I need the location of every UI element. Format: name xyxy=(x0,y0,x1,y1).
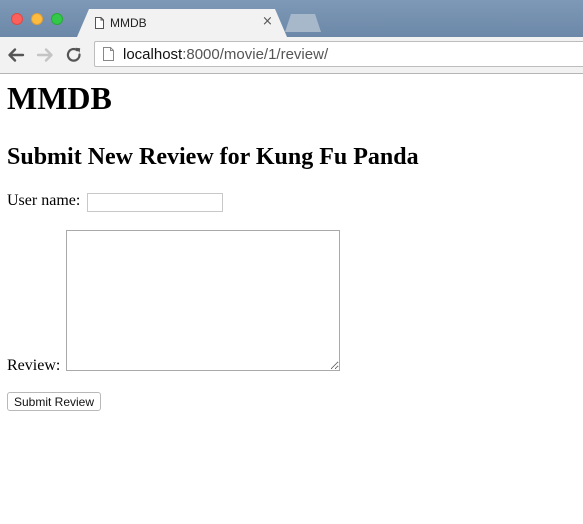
review-label: Review: xyxy=(7,357,61,374)
back-arrow-icon[interactable] xyxy=(6,45,26,65)
window-maximize-button[interactable] xyxy=(51,13,63,25)
tab-title: MMDB xyxy=(110,16,147,30)
window-minimize-button[interactable] xyxy=(31,13,43,25)
page-heading: Submit New Review for Kung Fu Panda xyxy=(7,144,419,170)
document-icon xyxy=(95,17,104,29)
submit-review-button[interactable]: Submit Review xyxy=(7,392,101,411)
user-name-label: User name: xyxy=(7,192,81,209)
page-content: MMDB Submit New Review for Kung Fu Panda… xyxy=(0,74,583,524)
url-path: :8000/movie/1/review/ xyxy=(182,46,329,63)
url-host: localhost xyxy=(123,46,183,63)
user-name-input[interactable] xyxy=(87,193,223,212)
url-text: localhost:8000/movie/1/review/ xyxy=(123,46,328,63)
tab-close-icon[interactable]: × xyxy=(262,14,273,29)
browser-toolbar: localhost:8000/movie/1/review/ xyxy=(0,37,583,74)
forward-arrow-icon[interactable] xyxy=(35,45,55,65)
new-tab-button[interactable] xyxy=(285,14,321,32)
browser-tab[interactable]: MMDB × xyxy=(77,9,287,37)
page-icon xyxy=(103,47,114,61)
window-close-button[interactable] xyxy=(11,13,23,25)
address-bar[interactable]: localhost:8000/movie/1/review/ xyxy=(94,41,583,67)
window-titlebar: MMDB × xyxy=(0,0,583,37)
review-textarea[interactable] xyxy=(66,230,340,371)
reload-icon[interactable] xyxy=(64,45,84,65)
site-title: MMDB xyxy=(7,80,112,116)
